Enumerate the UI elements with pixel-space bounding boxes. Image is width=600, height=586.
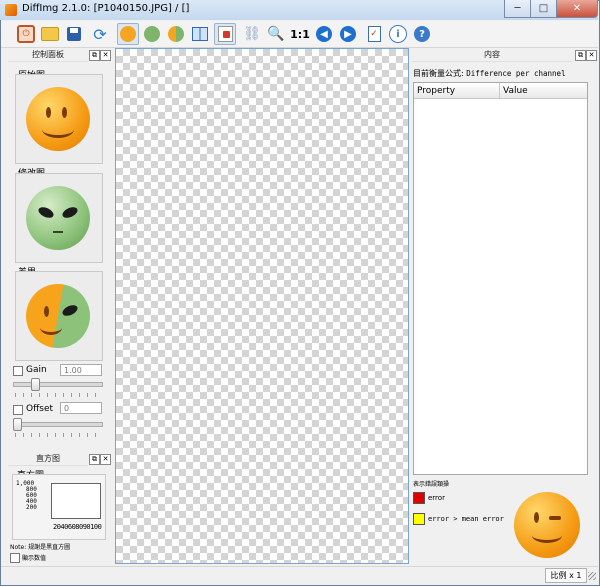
content-float-button[interactable]: ⧉ [575,50,586,61]
next-icon: ▶ [340,26,356,42]
show-original-button[interactable] [117,23,139,45]
mean-error-swatch [413,513,425,525]
links-icon: ⛓ [243,26,261,42]
checklist-icon: ✓ [367,26,381,42]
window-title: DiffImg 2.1.0: [P1040150.JPG] / [] [22,3,190,14]
metric-label: 目前衡量公式: [413,69,464,78]
offset-spinbox[interactable]: 0 [60,402,102,414]
column-header-property[interactable]: Property [414,83,500,99]
modified-image-icon [144,26,160,42]
toolbar: ⏻ ⟳ ⛓ 🔍 1:1 ◀ ▶ ✓ i ? [1,21,598,48]
mask-icon [217,26,233,42]
resize-grip[interactable] [588,572,596,580]
modified-preview[interactable] [15,173,103,263]
error-swatch [413,492,425,504]
alien-face-icon [26,186,90,250]
histogram-y-tick: 200 [26,504,37,511]
offset-slider[interactable] [13,422,103,427]
show-modified-button[interactable] [141,23,163,45]
minimize-button[interactable]: ─ [504,0,531,18]
column-header-value[interactable]: Value [500,83,587,99]
info-button[interactable]: i [387,23,409,45]
maximize-button[interactable]: □ [530,0,557,18]
zoom-icon: 🔍 [267,26,285,42]
histogram-panel: 1,000 800 600 400 200 2040608090100 [12,474,106,540]
dual-panel-button[interactable] [189,23,211,45]
show-error-label: 表示錯誤類操 [413,481,450,488]
histogram-x-ticks: 2040608090100 [53,523,102,531]
difference-face-icon [26,284,90,348]
error-legend-label: error [428,494,445,502]
dual-panel-icon [192,27,208,41]
histogram-note: Note: 规謝是黑直方圖 [10,544,71,551]
checklist-button[interactable]: ✓ [363,23,385,45]
info-icon: i [389,25,407,43]
content-close-button[interactable]: ✕ [586,50,597,61]
zoom-1to1-button[interactable]: 1:1 [289,23,311,45]
links-button[interactable]: ⛓ [241,23,263,45]
save-icon [67,27,81,41]
gain-slider-ticks [15,393,101,397]
save-button[interactable] [63,23,85,45]
status-bar [1,566,598,585]
previous-icon: ◀ [316,26,332,42]
previous-button[interactable]: ◀ [313,23,335,45]
smiley-face-icon [26,87,90,151]
image-canvas[interactable] [115,48,409,564]
offset-label: Offset [26,404,54,414]
refresh-icon: ⟳ [93,24,107,44]
quit-button[interactable]: ⏻ [15,23,37,45]
refresh-button[interactable]: ⟳ [89,23,111,45]
offset-slider-handle[interactable] [13,418,22,431]
metric-row: 目前衡量公式: Difference per channel [413,68,566,79]
zoom-1to1-icon: 1:1 [290,27,310,41]
difference-preview[interactable] [15,271,103,361]
control-panel-close-button[interactable]: ✕ [100,50,111,61]
control-panel-title: 控制面板 [8,49,88,62]
show-values-label: 顯示数值 [22,555,47,562]
gain-slider-handle[interactable] [31,378,40,391]
zoom-scale-readout: 比例 x 1 [545,568,587,583]
histogram-dock-title: 直方图 [8,453,88,466]
app-icon [5,4,17,16]
histogram-plot-area [51,483,101,519]
help-button[interactable]: ? [411,23,433,45]
open-folder-icon [41,27,59,41]
quit-icon: ⏻ [17,25,35,43]
open-button[interactable] [39,23,61,45]
offset-checkbox[interactable] [13,405,23,415]
histogram-float-button[interactable]: ⧉ [89,454,100,465]
metric-value: Difference per channel [466,69,566,78]
content-dock-title: 内容 [412,49,572,62]
show-difference-button[interactable] [165,23,187,45]
offset-slider-ticks [15,433,101,437]
winking-smiley-icon [514,492,580,558]
histogram-close-button[interactable]: ✕ [100,454,111,465]
show-values-checkbox[interactable] [10,553,20,563]
close-button[interactable]: ✕ [556,0,598,18]
gain-slider[interactable] [13,382,103,387]
difference-image-icon [168,26,184,42]
gain-label: Gain [26,365,47,375]
zoom-button[interactable]: 🔍 [265,23,287,45]
help-icon: ? [414,26,430,42]
original-image-icon [120,26,136,42]
original-preview[interactable] [15,74,103,164]
gain-spinbox[interactable]: 1.00 [60,364,102,376]
title-bar: DiffImg 2.1.0: [P1040150.JPG] / [] ─ □ ✕ [0,0,598,20]
control-panel-float-button[interactable]: ⧉ [89,50,100,61]
gain-checkbox[interactable] [13,366,23,376]
next-button[interactable]: ▶ [337,23,359,45]
mean-error-legend-label: error > mean error [428,515,504,523]
property-table[interactable]: Property Value [413,82,588,475]
mask-button[interactable] [214,23,236,45]
